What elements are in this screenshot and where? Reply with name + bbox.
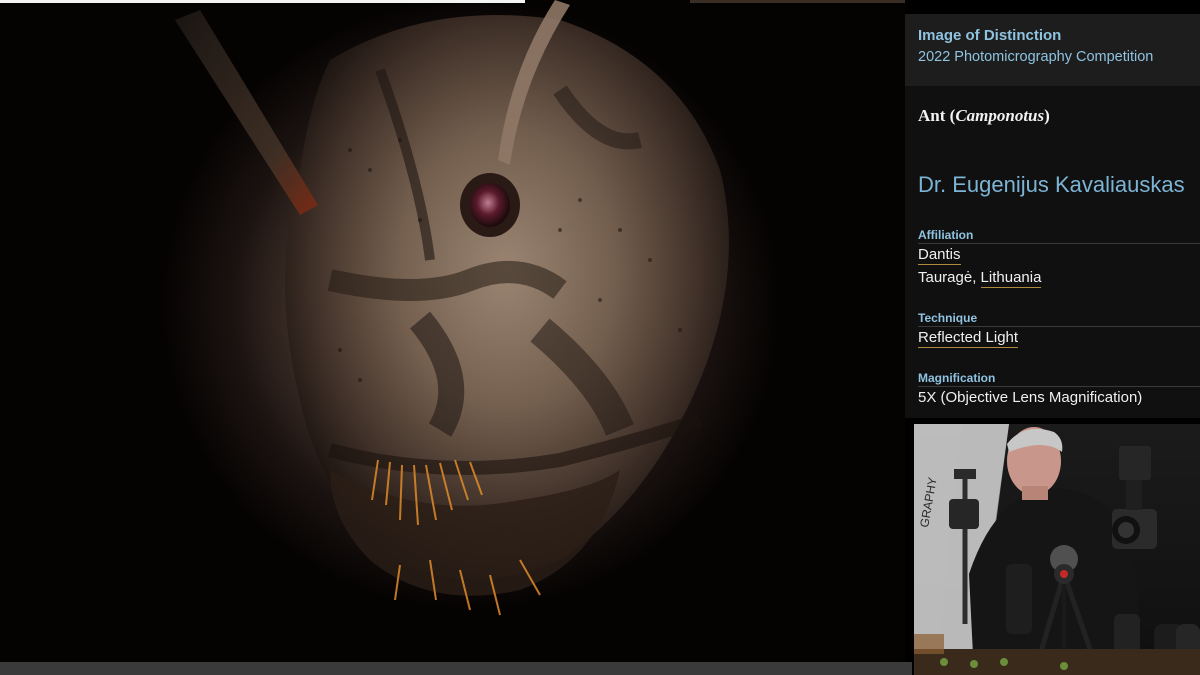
panel-header: Image of Distinction 2022 Photomicrograp… xyxy=(905,14,1200,86)
specimen-name: Ant (Camponotus) xyxy=(918,106,1050,126)
affiliation-org[interactable]: Dantis xyxy=(918,246,961,265)
specimen-common-name: Ant ( xyxy=(918,106,956,125)
info-panel: Image of Distinction 2022 Photomicrograp… xyxy=(905,14,1200,418)
specimen-latin-name: Camponotus xyxy=(955,106,1045,125)
affiliation-country-link[interactable]: Lithuania xyxy=(980,269,1042,288)
technique-value[interactable]: Reflected Light xyxy=(918,329,1019,348)
player-bottom-bar[interactable] xyxy=(0,662,912,675)
affiliation-org-link[interactable]: Dantis xyxy=(918,246,961,265)
magnification-divider xyxy=(918,386,1200,387)
affiliation-location: Tauragė, Lithuania xyxy=(918,269,1042,288)
author-name: Dr. Eugenijus Kavaliauskas xyxy=(918,172,1185,197)
affiliation-divider xyxy=(918,243,1200,244)
webcam-feed: GRAPHY xyxy=(914,424,1200,675)
specimen-close-paren: ) xyxy=(1044,106,1050,125)
photomicrograph-image xyxy=(0,0,905,662)
affiliation-label: Affiliation xyxy=(918,228,974,242)
ant-head-illustration xyxy=(175,0,729,616)
technique-link[interactable]: Reflected Light xyxy=(918,329,1019,348)
magnification-label: Magnification xyxy=(918,371,996,385)
competition-name: 2022 Photomicrography Competition xyxy=(918,49,1154,65)
award-title: Image of Distinction xyxy=(918,27,1062,44)
magnification-value: 5X (Objective Lens Magnification) xyxy=(918,389,1143,406)
technique-label: Technique xyxy=(918,311,978,325)
affiliation-city: Tauragė, xyxy=(918,269,981,286)
presenter-illustration: GRAPHY xyxy=(914,424,1200,675)
technique-divider xyxy=(918,326,1200,327)
